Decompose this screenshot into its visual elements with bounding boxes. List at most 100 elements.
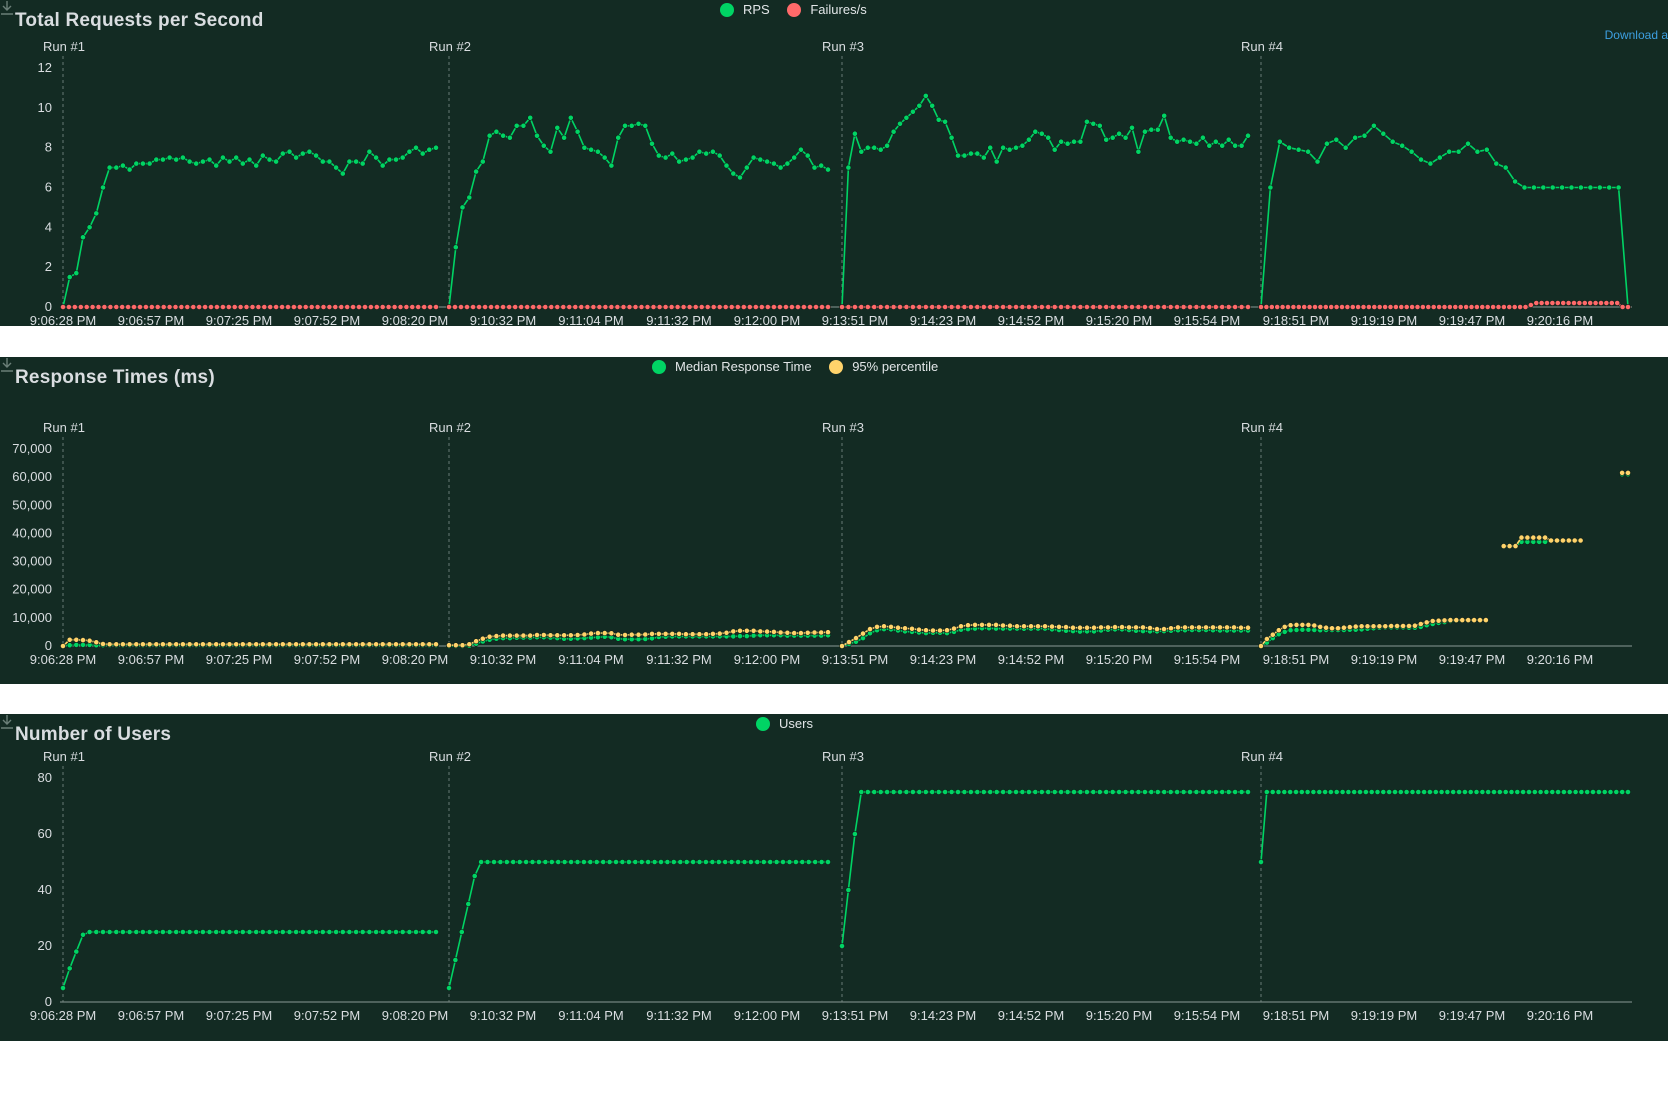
data-point[interactable] <box>527 114 534 121</box>
data-point[interactable] <box>902 625 908 632</box>
data-point[interactable] <box>93 639 100 646</box>
data-point[interactable] <box>266 929 273 935</box>
data-point[interactable] <box>650 304 657 310</box>
data-point[interactable] <box>1021 623 1027 630</box>
data-point[interactable] <box>884 789 890 795</box>
data-point[interactable] <box>1596 789 1602 795</box>
data-point[interactable] <box>464 304 470 310</box>
data-point[interactable] <box>1135 148 1142 155</box>
data-point[interactable] <box>1090 304 1097 310</box>
data-point[interactable] <box>818 162 825 169</box>
data-point[interactable] <box>397 304 404 310</box>
data-point[interactable] <box>259 929 266 935</box>
data-point[interactable] <box>554 304 561 310</box>
data-point[interactable] <box>1335 625 1341 632</box>
data-point[interactable] <box>66 636 73 643</box>
data-point[interactable] <box>1501 304 1507 310</box>
data-point[interactable] <box>459 204 466 211</box>
data-point[interactable] <box>1084 789 1090 795</box>
data-point[interactable] <box>302 304 309 310</box>
data-point[interactable] <box>1463 304 1469 310</box>
data-point[interactable] <box>890 789 897 795</box>
data-point[interactable] <box>406 929 413 935</box>
data-point[interactable] <box>1352 623 1359 630</box>
data-point[interactable] <box>356 304 362 310</box>
data-point[interactable] <box>1544 300 1550 306</box>
data-point[interactable] <box>1189 624 1195 631</box>
data-point[interactable] <box>106 164 113 171</box>
data-point[interactable] <box>366 148 373 155</box>
data-point[interactable] <box>306 148 313 155</box>
data-point[interactable] <box>359 929 366 935</box>
data-point[interactable] <box>1056 623 1062 630</box>
data-point[interactable] <box>1200 789 1206 795</box>
data-point[interactable] <box>133 641 140 648</box>
data-point[interactable] <box>1032 128 1039 135</box>
data-point[interactable] <box>219 154 226 161</box>
data-point[interactable] <box>1382 304 1388 310</box>
data-point[interactable] <box>715 859 722 865</box>
data-point[interactable] <box>253 641 260 648</box>
data-point[interactable] <box>922 789 929 795</box>
data-point[interactable] <box>458 929 465 935</box>
data-point[interactable] <box>1193 789 1200 795</box>
data-point[interactable] <box>578 304 585 310</box>
data-point[interactable] <box>1596 184 1603 191</box>
data-point[interactable] <box>1038 304 1045 310</box>
data-point[interactable] <box>285 304 291 310</box>
data-point[interactable] <box>1064 789 1071 795</box>
data-point[interactable] <box>1432 789 1439 795</box>
data-point[interactable] <box>488 304 494 310</box>
data-point[interactable] <box>743 627 750 634</box>
data-point[interactable] <box>608 304 615 310</box>
data-point[interactable] <box>839 304 845 310</box>
data-point[interactable] <box>1180 789 1187 795</box>
data-point[interactable] <box>426 146 433 153</box>
data-point[interactable] <box>1441 617 1448 624</box>
data-point[interactable] <box>1468 304 1475 310</box>
data-point[interactable] <box>632 859 639 865</box>
data-point[interactable] <box>696 148 703 155</box>
data-point[interactable] <box>1103 136 1110 143</box>
data-point[interactable] <box>942 118 948 125</box>
data-point[interactable] <box>286 148 293 155</box>
data-point[interactable] <box>339 929 346 935</box>
data-point[interactable] <box>852 304 858 310</box>
data-point[interactable] <box>536 304 543 310</box>
data-point[interactable] <box>500 632 506 639</box>
data-point[interactable] <box>326 304 333 310</box>
data-point[interactable] <box>791 154 798 161</box>
data-point[interactable] <box>1013 304 1019 310</box>
data-point[interactable] <box>632 304 639 310</box>
data-point[interactable] <box>319 641 326 648</box>
data-point[interactable] <box>125 304 132 310</box>
data-point[interactable] <box>1142 304 1148 310</box>
data-point[interactable] <box>1133 624 1139 631</box>
data-point[interactable] <box>958 623 964 630</box>
data-point[interactable] <box>1212 138 1219 145</box>
data-point[interactable] <box>80 641 86 648</box>
data-point[interactable] <box>710 304 717 310</box>
data-point[interactable] <box>1619 789 1626 795</box>
data-point[interactable] <box>1568 184 1575 191</box>
data-point[interactable] <box>1147 625 1153 631</box>
data-point[interactable] <box>1090 789 1097 795</box>
data-point[interactable] <box>680 304 687 310</box>
data-point[interactable] <box>107 304 114 310</box>
data-point[interactable] <box>1376 304 1383 310</box>
data-point[interactable] <box>1323 624 1329 631</box>
data-point[interactable] <box>955 789 961 795</box>
data-point[interactable] <box>379 929 386 935</box>
data-point[interactable] <box>799 859 806 865</box>
data-point[interactable] <box>655 152 662 159</box>
data-point[interactable] <box>166 641 173 648</box>
data-point[interactable] <box>574 632 581 638</box>
data-point[interactable] <box>160 304 167 310</box>
data-point[interactable] <box>1374 789 1381 795</box>
data-point[interactable] <box>703 150 710 157</box>
data-point[interactable] <box>668 304 675 310</box>
data-point[interactable] <box>470 304 476 310</box>
data-point[interactable] <box>1531 184 1537 191</box>
data-point[interactable] <box>1447 304 1453 310</box>
data-point[interactable] <box>419 929 426 935</box>
